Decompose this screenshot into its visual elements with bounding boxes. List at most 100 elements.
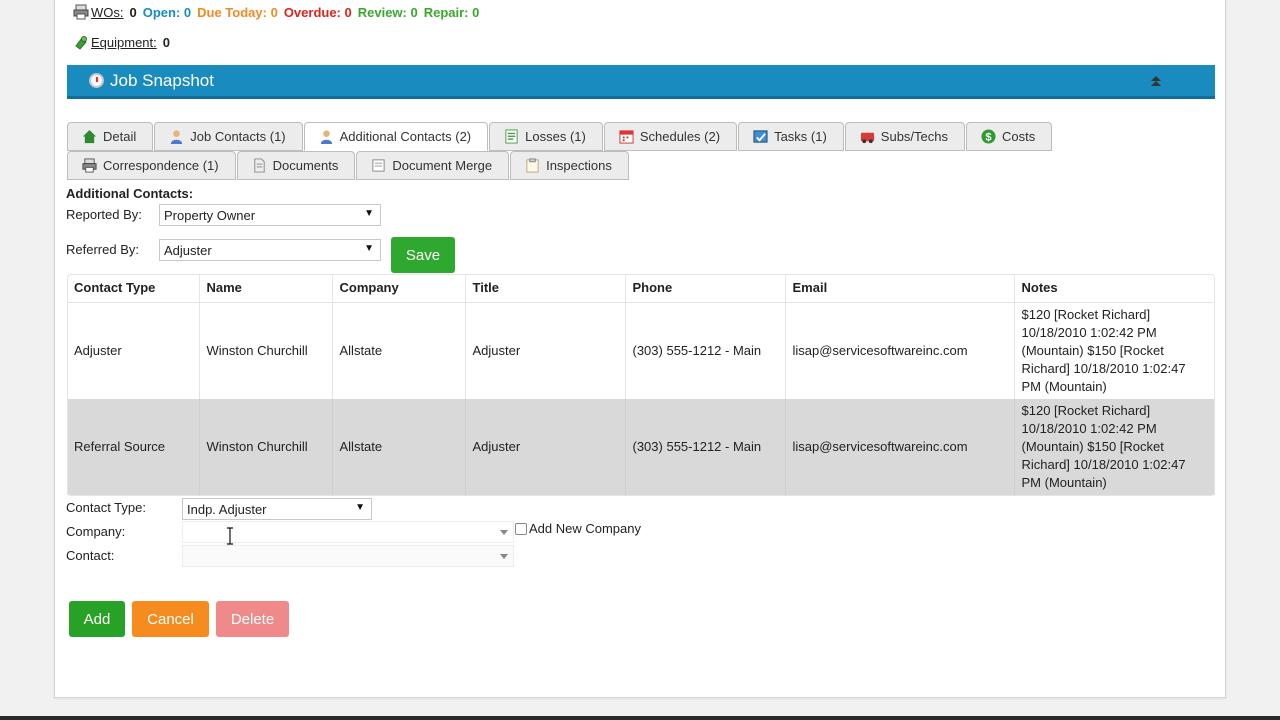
bottom-bar (0, 716, 1280, 720)
referred-by-select[interactable]: Adjuster ▼ (159, 239, 381, 261)
tab-correspondence[interactable]: Correspondence (1) (67, 151, 236, 180)
tab-label: Losses (1) (525, 129, 586, 144)
truck-icon (860, 132, 874, 144)
due-today-count: Due Today: 0 (197, 4, 278, 20)
chevron-down-icon[interactable] (500, 530, 508, 535)
column-header[interactable]: Title (465, 274, 626, 303)
additional-contacts-heading: Additional Contacts: (66, 186, 194, 201)
column-header[interactable]: Company (332, 274, 466, 303)
tab-detail[interactable]: Detail (67, 122, 154, 151)
referred-by-label: Referred By: (66, 242, 139, 257)
tab-label: Subs/Techs (880, 129, 948, 144)
add-new-company-label: Add New Company (529, 521, 641, 536)
table-cell: $120 [Rocket Richard] 10/18/2010 1:02:42… (1014, 399, 1215, 495)
referred-by-value: Adjuster (164, 243, 212, 258)
tab-costs[interactable]: $ Costs (966, 122, 1053, 151)
contacts-table: Contact Type Name Company Title Phone Em… (67, 274, 1215, 495)
wos-link[interactable]: WOs: (91, 5, 124, 20)
tab-label: Documents (272, 158, 339, 173)
repair-count: Repair: 0 (423, 4, 480, 20)
table-cell: Adjuster (67, 302, 200, 399)
tab-document-merge[interactable]: Document Merge (356, 151, 510, 180)
column-header[interactable]: Contact Type (67, 274, 200, 303)
table-cell: Allstate (332, 302, 466, 399)
person-icon (320, 130, 332, 144)
tab-inspections[interactable]: Inspections (510, 151, 629, 180)
printer-icon (73, 4, 89, 20)
dropdown-arrow-icon: ▼ (364, 243, 374, 254)
tab-label: Document Merge (392, 158, 493, 173)
dollar-icon: $ (981, 129, 996, 144)
tab-job-contacts[interactable]: Job Contacts (1) (154, 122, 303, 151)
tab-losses[interactable]: Losses (1) (489, 122, 603, 151)
column-header[interactable]: Name (199, 274, 333, 303)
table-cell: Adjuster (465, 302, 626, 399)
contact-label: Contact: (66, 548, 115, 563)
tab-subs-techs[interactable]: Subs/Techs (844, 122, 965, 151)
printer-icon (82, 158, 97, 173)
overdue-count: Overdue: 0 (283, 4, 352, 20)
tab-tasks[interactable]: Tasks (1) (738, 122, 844, 151)
collapse-icon[interactable] (1149, 73, 1163, 89)
tab-row-1: Detail Job Contacts (1) Additional Conta… (67, 122, 1053, 151)
job-snapshot-title: Job Snapshot (110, 70, 214, 90)
reported-by-value: Property Owner (164, 208, 256, 223)
tab-label: Inspections (546, 158, 612, 173)
chevron-down-icon[interactable] (500, 554, 508, 559)
delete-button[interactable]: Delete (216, 601, 289, 637)
add-button[interactable]: Add (69, 601, 125, 637)
clipboard-icon (526, 158, 539, 173)
table-cell: Adjuster (465, 399, 626, 495)
tab-documents[interactable]: Documents (236, 151, 356, 180)
tab-label: Costs (1002, 129, 1036, 144)
column-header[interactable]: Email (785, 274, 1015, 303)
home-icon (82, 129, 97, 144)
column-header[interactable]: Notes (1014, 274, 1215, 303)
contact-type-value: Indp. Adjuster (187, 502, 267, 517)
table-cell: (303) 555-1212 - Main (625, 399, 786, 495)
equipment-count: 0 (162, 34, 170, 50)
job-snapshot-header[interactable]: Job Snapshot (67, 65, 1215, 99)
tab-label: Tasks (1) (774, 129, 827, 144)
calendar-icon (619, 130, 634, 144)
reported-by-select[interactable]: Property Owner ▼ (159, 204, 381, 226)
equipment-status-line: Equipment: 0 (73, 34, 170, 50)
add-new-company-toggle: Add New Company (515, 521, 641, 536)
table-cell: Winston Churchill (199, 302, 333, 399)
text-cursor-icon (227, 527, 233, 545)
tab-label: Schedules (2) (639, 129, 721, 144)
save-button[interactable]: Save (391, 237, 455, 273)
contact-type-label: Contact Type: (66, 500, 146, 515)
tab-label: Job Contacts (1) (190, 129, 286, 144)
clock-icon (89, 73, 104, 88)
reported-by-label: Reported By: (66, 207, 142, 222)
review-count: Review: 0 (357, 4, 418, 20)
table-cell: $120 [Rocket Richard] 10/18/2010 1:02:42… (1014, 302, 1215, 399)
column-header[interactable]: Phone (625, 274, 786, 303)
table-cell: (303) 555-1212 - Main (625, 302, 786, 399)
tab-schedules[interactable]: Schedules (2) (603, 122, 738, 151)
table-cell: lisap@servicesoftwareinc.com (785, 399, 1015, 495)
table-row[interactable]: Adjuster Winston Churchill Allstate Adju… (67, 302, 1215, 399)
contact-combobox[interactable] (182, 545, 514, 567)
merge-icon (372, 159, 385, 172)
table-cell: Winston Churchill (199, 399, 333, 495)
table-header-row: Contact Type Name Company Title Phone Em… (67, 274, 1215, 303)
document-icon (505, 129, 518, 144)
table-row[interactable]: Referral Source Winston Churchill Allsta… (67, 399, 1215, 495)
cancel-button[interactable]: Cancel (132, 601, 209, 637)
tab-label: Correspondence (1) (103, 158, 219, 173)
equipment-link[interactable]: Equipment: (91, 35, 157, 50)
task-icon (753, 130, 768, 143)
person-icon (171, 130, 183, 144)
tab-row-2: Correspondence (1) Documents Document Me… (67, 151, 630, 180)
tab-label: Additional Contacts (2) (339, 129, 472, 144)
tab-additional-contacts[interactable]: Additional Contacts (2) (303, 122, 489, 151)
add-new-company-checkbox[interactable] (515, 522, 527, 535)
open-count: Open: 0 (142, 4, 192, 20)
contact-type-select[interactable]: Indp. Adjuster ▼ (182, 498, 372, 520)
company-label: Company: (66, 524, 126, 539)
table-cell: Allstate (332, 399, 466, 495)
svg-text:$: $ (985, 132, 992, 144)
table-cell: Referral Source (67, 399, 200, 495)
